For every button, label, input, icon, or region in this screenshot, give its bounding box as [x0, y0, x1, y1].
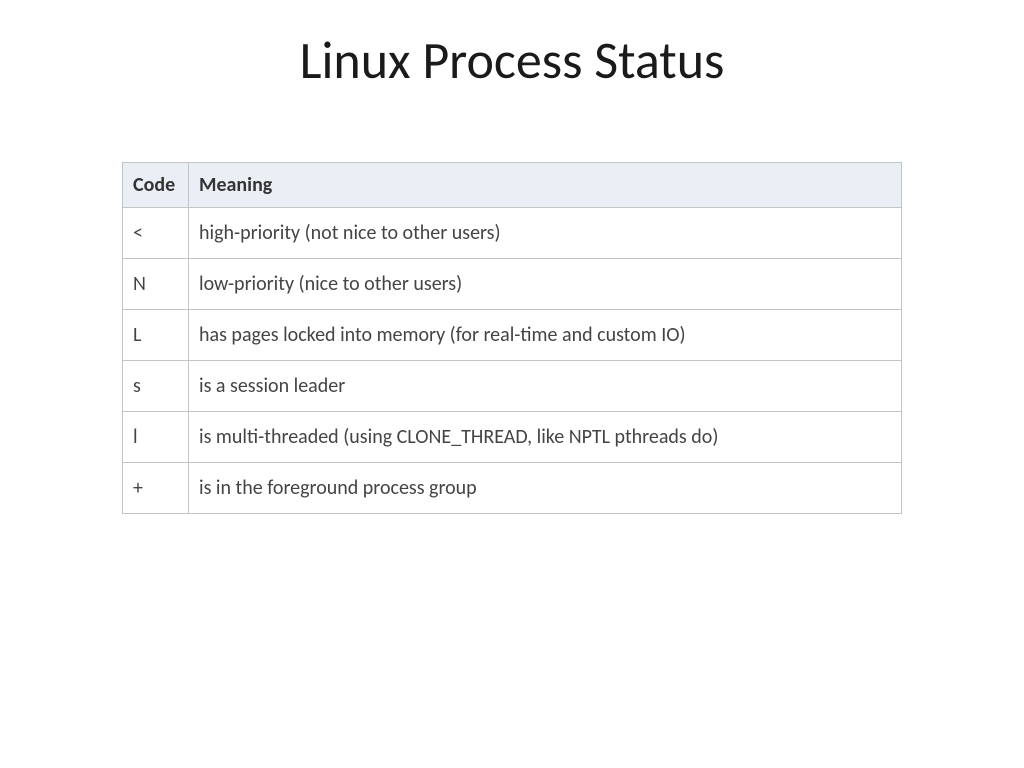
cell-meaning: has pages locked into memory (for real-t… [189, 310, 902, 361]
header-meaning: Meaning [189, 163, 902, 208]
cell-code: N [123, 259, 189, 310]
table-row: l is multi-threaded (using CLONE_THREAD,… [123, 412, 902, 463]
cell-code: L [123, 310, 189, 361]
header-code: Code [123, 163, 189, 208]
table-row: L has pages locked into memory (for real… [123, 310, 902, 361]
cell-meaning: is a session leader [189, 361, 902, 412]
cell-code: l [123, 412, 189, 463]
cell-meaning: high-priority (not nice to other users) [189, 208, 902, 259]
table-row: + is in the foreground process group [123, 463, 902, 514]
table-row: N low-priority (nice to other users) [123, 259, 902, 310]
cell-code: < [123, 208, 189, 259]
page-title: Linux Process Status [40, 28, 984, 92]
cell-meaning: is in the foreground process group [189, 463, 902, 514]
table-row: s is a session leader [123, 361, 902, 412]
slide-container: Linux Process Status Code Meaning < high… [0, 0, 1024, 768]
cell-code: + [123, 463, 189, 514]
cell-meaning: low-priority (nice to other users) [189, 259, 902, 310]
table-row: < high-priority (not nice to other users… [123, 208, 902, 259]
process-status-table: Code Meaning < high-priority (not nice t… [122, 162, 902, 514]
cell-code: s [123, 361, 189, 412]
table-container: Code Meaning < high-priority (not nice t… [122, 162, 902, 514]
table-header-row: Code Meaning [123, 163, 902, 208]
cell-meaning: is multi-threaded (using CLONE_THREAD, l… [189, 412, 902, 463]
